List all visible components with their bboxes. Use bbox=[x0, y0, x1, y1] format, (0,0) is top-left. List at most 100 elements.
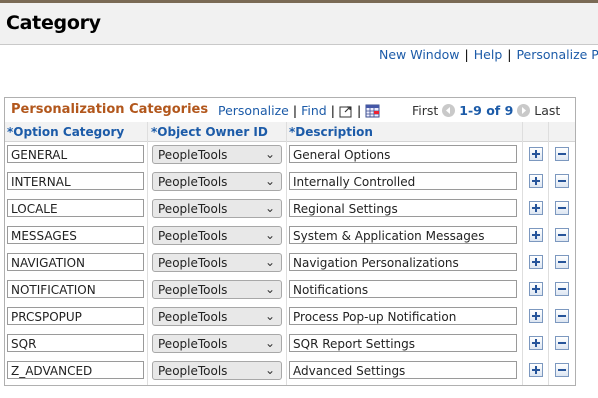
object-owner-select[interactable]: PeopleTools ⌄ bbox=[152, 334, 282, 353]
add-row-button[interactable] bbox=[529, 147, 543, 161]
plus-icon-stem bbox=[535, 339, 537, 347]
column-header-object-owner[interactable]: *Object Owner ID bbox=[151, 125, 268, 139]
object-owner-select[interactable]: PeopleTools ⌄ bbox=[152, 226, 282, 245]
chevron-down-icon: ⌄ bbox=[264, 147, 275, 161]
column-header-description[interactable]: *Description bbox=[289, 125, 373, 139]
delete-row-button[interactable] bbox=[555, 147, 569, 161]
first-label: First bbox=[412, 103, 439, 118]
plus-icon-stem bbox=[535, 204, 537, 212]
option-category-input[interactable]: GENERAL bbox=[7, 145, 144, 163]
add-row-button[interactable] bbox=[529, 363, 543, 377]
delete-row-button[interactable] bbox=[555, 228, 569, 242]
object-owner-select[interactable]: PeopleTools ⌄ bbox=[152, 199, 282, 218]
description-input[interactable]: SQR Report Settings bbox=[289, 334, 517, 352]
column-header-row: *Option Category *Object Owner ID *Descr… bbox=[5, 122, 575, 142]
table-row: Z_ADVANCED PeopleTools ⌄ Advanced Settings bbox=[5, 358, 575, 385]
title-bar: Category bbox=[0, 3, 598, 45]
table-row: NAVIGATION PeopleTools ⌄ Navigation Persona… bbox=[5, 250, 575, 277]
personalize-link[interactable]: Personalize bbox=[218, 103, 289, 118]
minus-icon bbox=[558, 180, 566, 182]
last-label: Last bbox=[534, 103, 561, 118]
description-input[interactable]: Regional Settings bbox=[289, 199, 517, 217]
description-input[interactable]: System & Application Messages bbox=[289, 226, 517, 244]
add-row-button[interactable] bbox=[529, 336, 543, 350]
new-window-link[interactable]: New Window bbox=[379, 47, 460, 62]
object-owner-select[interactable]: PeopleTools ⌄ bbox=[152, 172, 282, 191]
object-owner-select[interactable]: PeopleTools ⌄ bbox=[152, 280, 282, 299]
minus-icon bbox=[558, 369, 566, 371]
table-row: PRCSPOPUP PeopleTools ⌄ Process Pop-up Noti… bbox=[5, 304, 575, 331]
find-link[interactable]: Find bbox=[301, 103, 327, 118]
grid-title: Personalization Categories bbox=[11, 102, 209, 117]
page-title: Category bbox=[6, 12, 101, 34]
chevron-down-icon: ⌄ bbox=[264, 309, 275, 323]
plus-icon-stem bbox=[535, 231, 537, 239]
table-row: GENERAL PeopleTools ⌄ General Options bbox=[5, 142, 575, 169]
delete-row-button[interactable] bbox=[555, 363, 569, 377]
option-category-input[interactable]: NAVIGATION bbox=[7, 253, 144, 271]
delete-row-button[interactable] bbox=[555, 255, 569, 269]
object-owner-select[interactable]: PeopleTools ⌄ bbox=[152, 307, 282, 326]
next-arrow-icon[interactable] bbox=[517, 104, 531, 117]
object-owner-select[interactable]: PeopleTools ⌄ bbox=[152, 145, 282, 164]
table-row: NOTIFICATION PeopleTools ⌄ Notifications bbox=[5, 277, 575, 304]
chevron-down-icon: ⌄ bbox=[264, 363, 275, 377]
object-owner-select[interactable]: PeopleTools ⌄ bbox=[152, 361, 282, 380]
description-input[interactable]: Notifications bbox=[289, 280, 517, 298]
description-input[interactable]: Advanced Settings bbox=[289, 361, 517, 379]
delete-row-button[interactable] bbox=[555, 282, 569, 296]
chevron-down-icon: ⌄ bbox=[264, 228, 275, 242]
option-category-input[interactable]: SQR bbox=[7, 334, 144, 352]
tool-separator: | bbox=[292, 103, 298, 118]
object-owner-value: PeopleTools bbox=[158, 202, 228, 216]
description-input[interactable]: Process Pop-up Notification bbox=[289, 307, 517, 325]
delete-row-button[interactable] bbox=[555, 201, 569, 215]
row-count: 1-9 of 9 bbox=[459, 103, 514, 118]
delete-row-button[interactable] bbox=[555, 309, 569, 323]
grid-navigation: First 1-9 of 9 Last bbox=[412, 103, 560, 118]
delete-row-button[interactable] bbox=[555, 174, 569, 188]
minus-icon bbox=[558, 342, 566, 344]
plus-icon-stem bbox=[535, 285, 537, 293]
add-row-button[interactable] bbox=[529, 201, 543, 215]
option-category-input[interactable]: Z_ADVANCED bbox=[7, 361, 144, 379]
description-input[interactable]: Navigation Personalizations bbox=[289, 253, 517, 271]
zoom-window-icon[interactable] bbox=[339, 105, 353, 118]
minus-icon bbox=[558, 288, 566, 290]
description-input[interactable]: Internally Controlled bbox=[289, 172, 517, 190]
object-owner-value: PeopleTools bbox=[158, 148, 228, 162]
plus-icon-stem bbox=[535, 312, 537, 320]
object-owner-value: PeopleTools bbox=[158, 310, 228, 324]
option-category-input[interactable]: LOCALE bbox=[7, 199, 144, 217]
help-link[interactable]: Help bbox=[474, 47, 503, 62]
previous-arrow-icon[interactable] bbox=[442, 104, 456, 117]
delete-row-button[interactable] bbox=[555, 336, 569, 350]
minus-icon bbox=[558, 234, 566, 236]
add-row-button[interactable] bbox=[529, 174, 543, 188]
description-input[interactable]: General Options bbox=[289, 145, 517, 163]
personalize-page-link[interactable]: Personalize Page bbox=[516, 47, 598, 62]
plus-icon-stem bbox=[535, 177, 537, 185]
table-row: INTERNAL PeopleTools ⌄ Internally Controlle… bbox=[5, 169, 575, 196]
option-category-input[interactable]: MESSAGES bbox=[7, 226, 144, 244]
object-owner-value: PeopleTools bbox=[158, 283, 228, 297]
option-category-input[interactable]: PRCSPOPUP bbox=[7, 307, 144, 325]
add-row-button[interactable] bbox=[529, 282, 543, 296]
add-row-button[interactable] bbox=[529, 228, 543, 242]
object-owner-select[interactable]: PeopleTools ⌄ bbox=[152, 253, 282, 272]
table-row: MESSAGES PeopleTools ⌄ System & Application… bbox=[5, 223, 575, 250]
object-owner-value: PeopleTools bbox=[158, 256, 228, 270]
column-header-option-category[interactable]: *Option Category bbox=[7, 125, 124, 139]
option-category-input[interactable]: NOTIFICATION bbox=[7, 280, 144, 298]
object-owner-value: PeopleTools bbox=[158, 175, 228, 189]
option-category-input[interactable]: INTERNAL bbox=[7, 172, 144, 190]
minus-icon bbox=[558, 153, 566, 155]
plus-icon-stem bbox=[535, 258, 537, 266]
table-row: LOCALE PeopleTools ⌄ Regional Settings bbox=[5, 196, 575, 223]
link-separator: | bbox=[507, 47, 512, 62]
tool-separator: | bbox=[330, 103, 335, 118]
add-row-button[interactable] bbox=[529, 255, 543, 269]
spreadsheet-icon[interactable] bbox=[365, 104, 380, 118]
add-row-button[interactable] bbox=[529, 309, 543, 323]
chevron-down-icon: ⌄ bbox=[264, 255, 275, 269]
